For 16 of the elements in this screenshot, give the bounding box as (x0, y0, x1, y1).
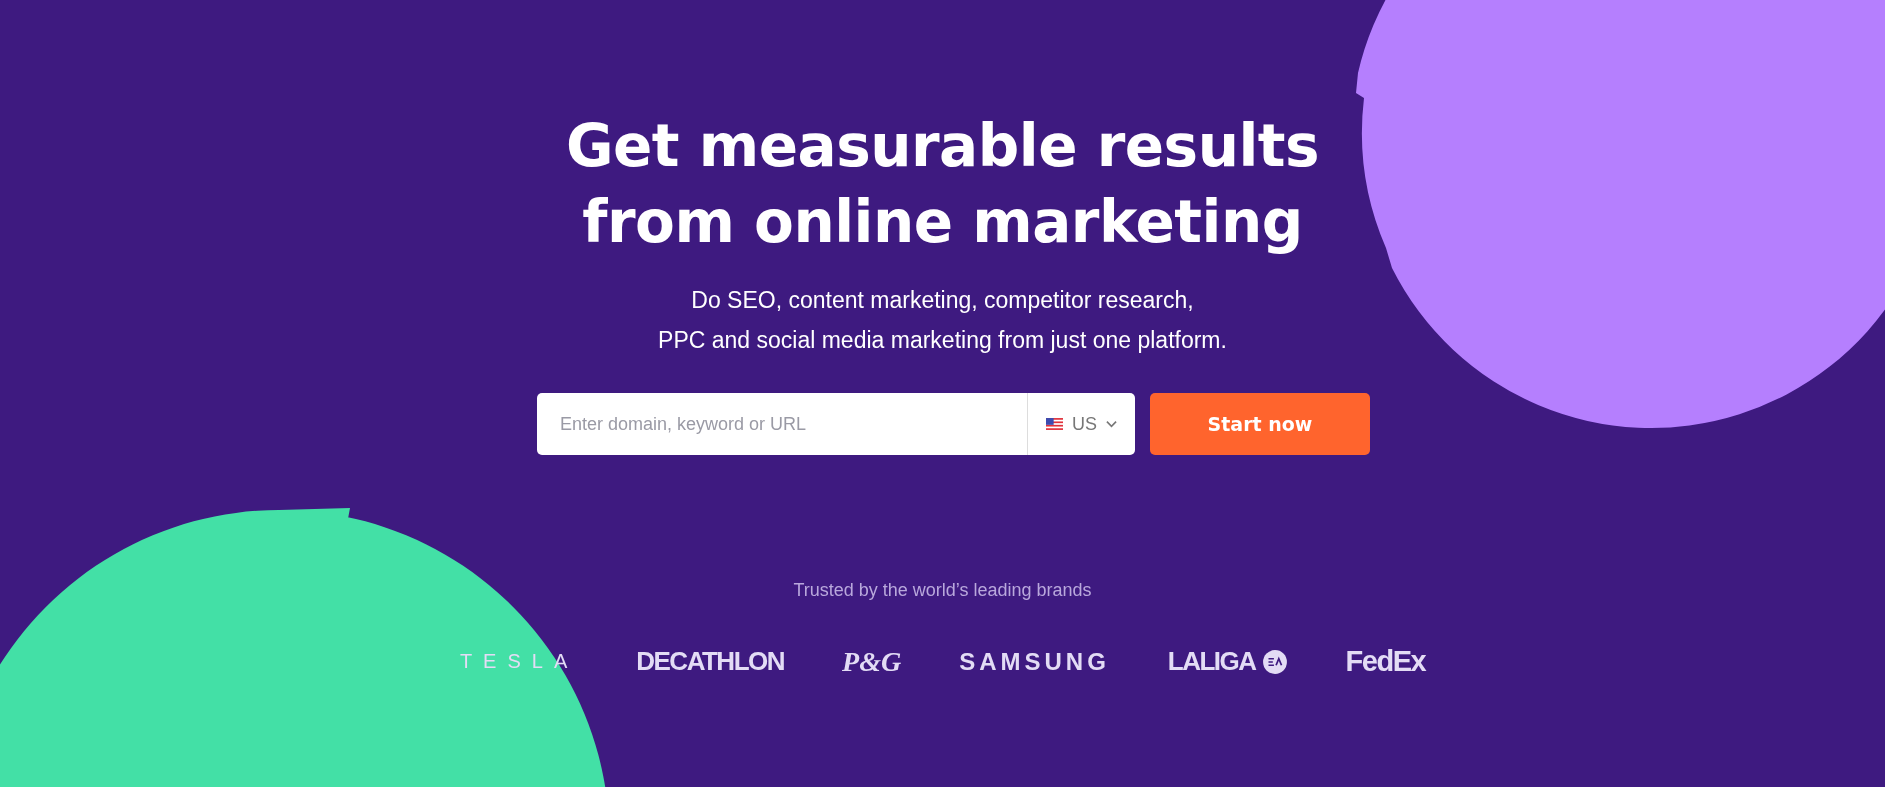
brand-logo: DECATHLON (636, 646, 785, 677)
brand-logo: FedEx (1345, 645, 1426, 678)
brands-caption: Trusted by the world’s leading brands (793, 580, 1092, 601)
caret-icon (1106, 420, 1117, 428)
headline: Get measurable results (565, 111, 1320, 182)
start-button[interactable]: Start now (1150, 393, 1370, 455)
search-field[interactable]: Enter domain, keyword or URL US (537, 393, 1135, 455)
brand-logo: P&G (842, 645, 902, 678)
brand-logo: LALIGA (1167, 646, 1256, 677)
subtitle-text: Do SEO, content marketing, competitor research, (691, 286, 1194, 315)
headline: from online marketing (582, 187, 1303, 258)
country-dropdown[interactable]: US (1027, 393, 1135, 455)
brand-logo: SAMSUNG (959, 647, 1110, 676)
subtitle-text: PPC and social media marketing from just one platform. (658, 326, 1227, 355)
badge-icon (1261, 648, 1288, 675)
flag-icon (1046, 418, 1063, 430)
